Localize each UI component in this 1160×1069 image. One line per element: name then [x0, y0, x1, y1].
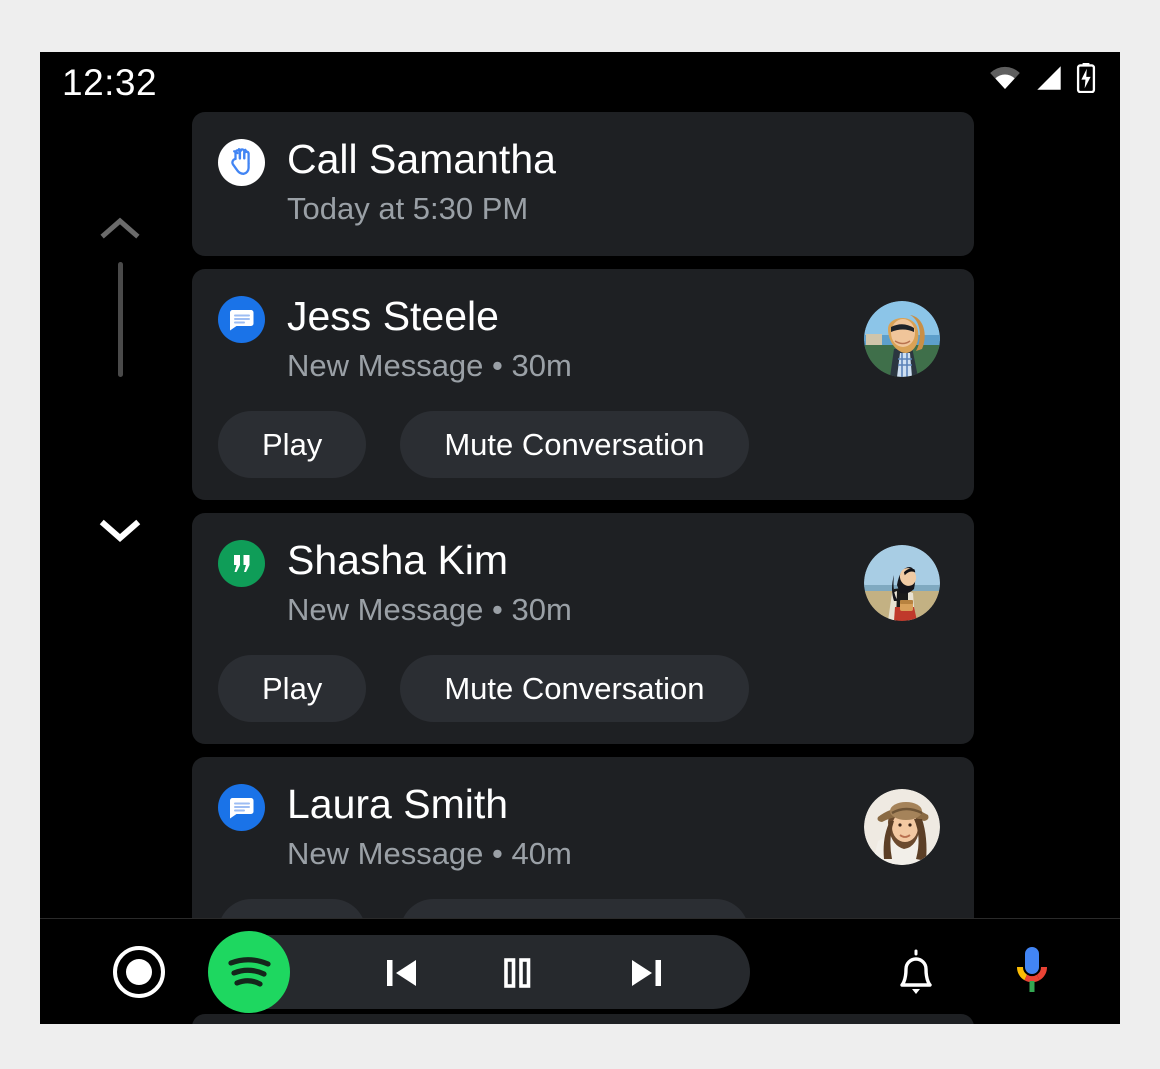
notification-header: Laura Smith New Message • 40m — [218, 779, 948, 879]
wifi-icon — [990, 66, 1020, 90]
notification-title: Jess Steele — [287, 293, 499, 339]
spotify-icon[interactable] — [208, 931, 290, 1013]
notification-text-block: Call Samantha Today at 5:30 PM — [287, 134, 948, 234]
status-bar: 12:32 — [40, 52, 1120, 110]
bell-icon[interactable] — [890, 945, 942, 999]
pause-icon[interactable] — [493, 949, 541, 997]
home-circle-icon[interactable] — [113, 946, 165, 998]
clipped-notification-peek — [192, 1014, 982, 1024]
home-circle-inner — [126, 959, 152, 985]
google-assistant-mic-icon[interactable] — [1008, 943, 1056, 1001]
notification-card-shasha-kim[interactable]: Shasha Kim New Message • 30m Play Mute C… — [192, 513, 974, 744]
avatar-laura-smith — [864, 789, 940, 865]
notification-header: Shasha Kim New Message • 30m — [218, 535, 948, 635]
chevron-down-icon[interactable] — [98, 517, 142, 545]
notification-subtitle: Today at 5:30 PM — [287, 191, 529, 226]
notification-card-jess-steele[interactable]: Jess Steele New Message • 30m Play Mute … — [192, 269, 974, 500]
notification-actions: Play Mute Conversation — [218, 411, 948, 478]
play-button[interactable]: Play — [218, 655, 367, 722]
messages-icon — [218, 296, 265, 343]
android-auto-screen: 12:32 Call Samantha Today at 5:30 PM Jes… — [40, 52, 1120, 1024]
notification-subtitle: New Message • 40m — [287, 836, 572, 871]
notification-subtitle: New Message • 30m — [287, 348, 572, 383]
notification-text-block: Shasha Kim New Message • 30m — [287, 535, 864, 635]
chevron-up-icon[interactable] — [98, 214, 142, 242]
media-controls-pill[interactable] — [208, 931, 750, 1013]
notification-list[interactable]: Call Samantha Today at 5:30 PM Jess Stee… — [192, 112, 982, 1024]
notification-title: Call Samantha — [287, 136, 556, 182]
notification-title: Shasha Kim — [287, 537, 509, 583]
avatar-jess-steele — [864, 301, 940, 377]
scroll-rail — [88, 162, 152, 992]
status-icon-group — [988, 63, 1096, 93]
notification-title: Laura Smith — [287, 781, 509, 827]
hangouts-icon — [218, 540, 265, 587]
status-clock: 12:32 — [62, 62, 158, 103]
play-button[interactable]: Play — [218, 411, 367, 478]
mute-conversation-button[interactable]: Mute Conversation — [400, 411, 749, 478]
mute-conversation-button[interactable]: Mute Conversation — [400, 655, 749, 722]
notification-subtitle: New Message • 30m — [287, 592, 572, 627]
avatar-shasha-kim — [864, 545, 940, 621]
cell-signal-icon — [1037, 66, 1061, 90]
notification-header: Jess Steele New Message • 30m — [218, 291, 948, 391]
scrollbar-thumb[interactable] — [118, 262, 123, 377]
notification-actions: Play Mute Conversation — [218, 655, 948, 722]
skip-next-icon[interactable] — [622, 949, 670, 997]
battery-charging-icon — [1076, 63, 1096, 93]
bottom-navigation-bar — [40, 918, 1120, 1024]
notification-text-block: Jess Steele New Message • 30m — [287, 291, 864, 391]
notification-card-reminder[interactable]: Call Samantha Today at 5:30 PM — [192, 112, 974, 256]
notification-header: Call Samantha Today at 5:30 PM — [218, 134, 948, 234]
notification-text-block: Laura Smith New Message • 40m — [287, 779, 864, 879]
skip-previous-icon[interactable] — [378, 949, 426, 997]
reminder-string-finger-icon — [218, 139, 265, 186]
messages-icon — [218, 784, 265, 831]
